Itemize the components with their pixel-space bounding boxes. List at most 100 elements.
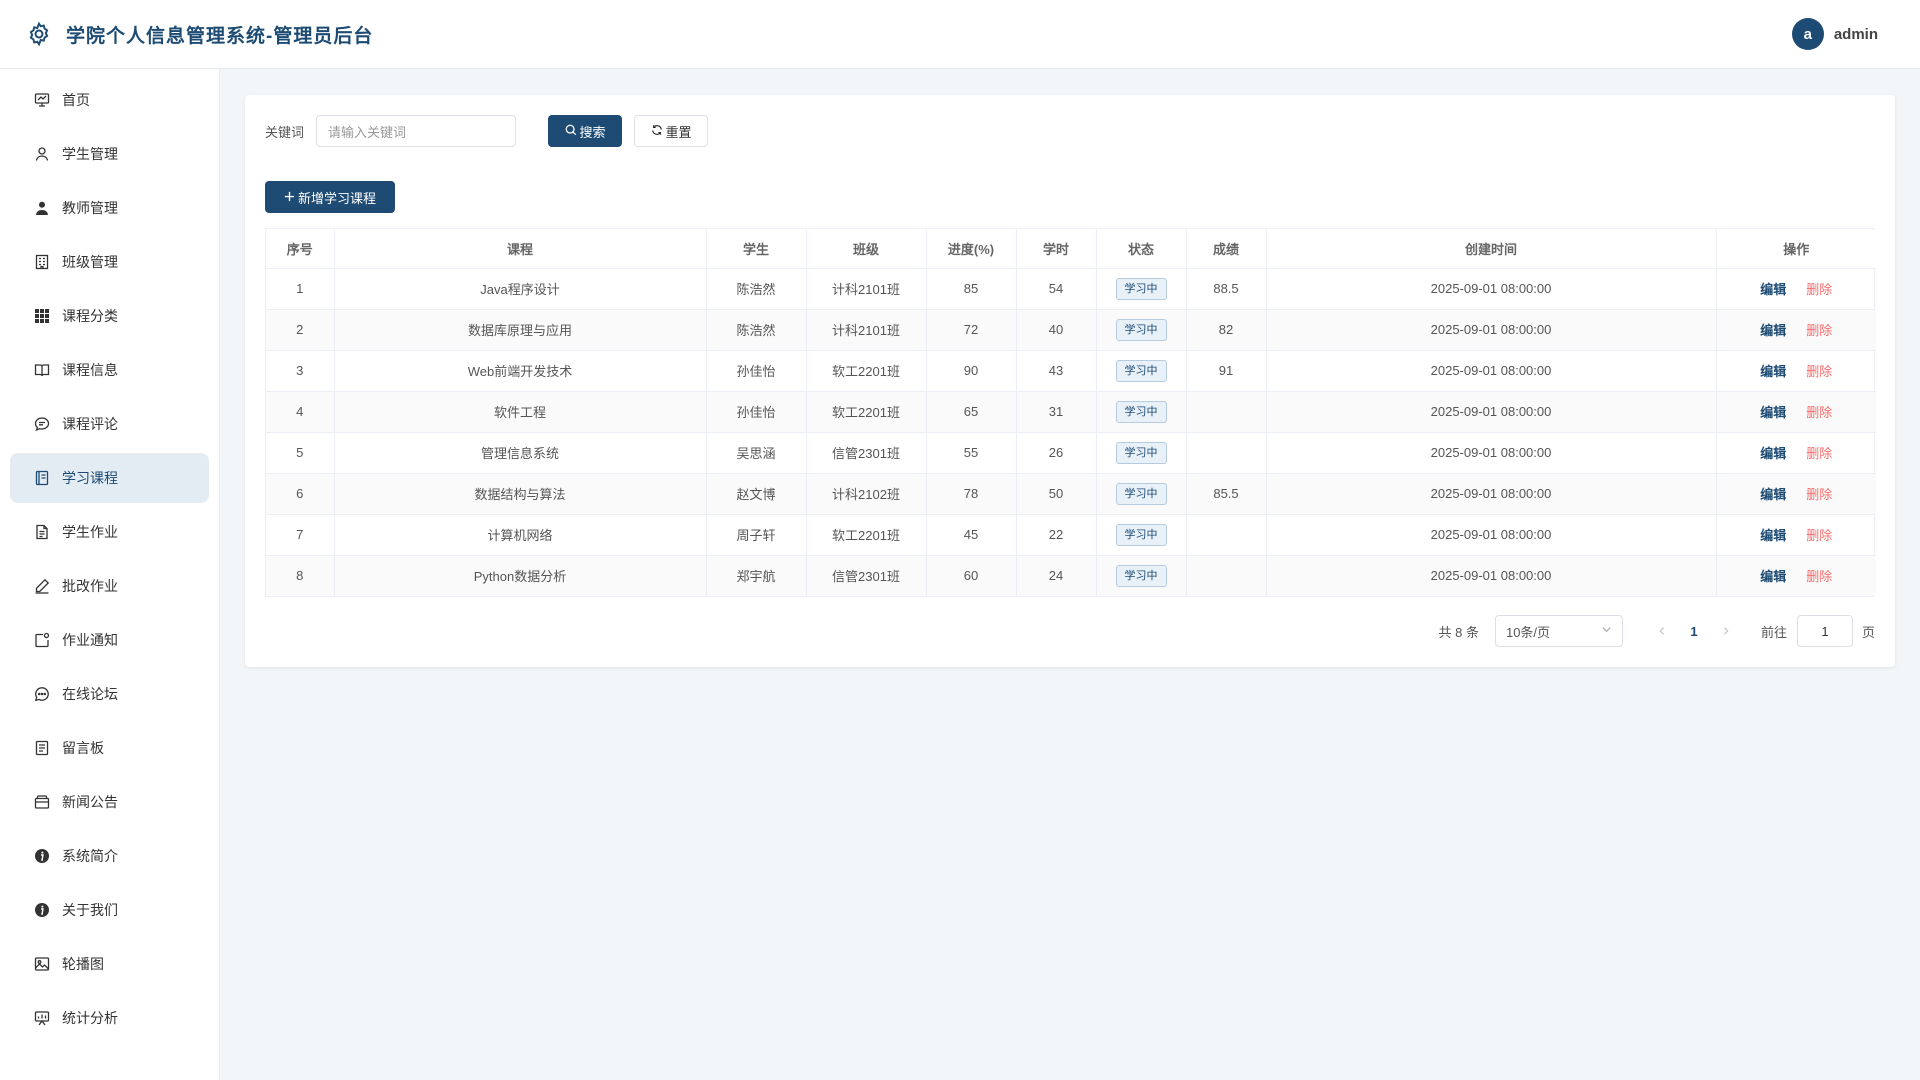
brand: 学院个人信息管理系统-管理员后台 — [26, 21, 373, 48]
edit-button[interactable]: 编辑 — [1760, 487, 1786, 502]
prev-page-button[interactable] — [1647, 623, 1677, 640]
cell-student: 吴思涵 — [706, 432, 807, 474]
delete-button[interactable]: 删除 — [1806, 282, 1832, 297]
picture-icon — [34, 956, 50, 972]
top-header: 学院个人信息管理系统-管理员后台 a admin — [0, 0, 1920, 69]
column-header: 班级 — [806, 229, 927, 269]
cell-student: 孙佳怡 — [706, 391, 807, 433]
edit-button[interactable]: 编辑 — [1760, 569, 1786, 584]
reset-button-label: 重置 — [665, 124, 692, 140]
cell-class: 计科2101班 — [806, 268, 927, 310]
sidebar-item-student-homework[interactable]: 学生作业 — [10, 507, 209, 557]
edit-button[interactable]: 编辑 — [1760, 446, 1786, 461]
building-icon — [34, 254, 50, 270]
column-header: 进度(%) — [926, 229, 1017, 269]
sidebar-item-course-info[interactable]: 课程信息 — [10, 345, 209, 395]
sidebar-item-carousel[interactable]: 轮播图 — [10, 939, 209, 989]
cell-score: 88.5 — [1186, 268, 1267, 310]
cell-idx: 6 — [266, 473, 335, 515]
delete-button[interactable]: 删除 — [1806, 446, 1832, 461]
cell-course: Python数据分析 — [334, 555, 707, 596]
search-button[interactable]: 搜索 — [548, 115, 623, 147]
edit-button[interactable]: 编辑 — [1760, 364, 1786, 379]
next-page-button[interactable] — [1711, 623, 1741, 640]
table-row: 6 数据结构与算法 赵文博 计科2102班 78 50 学习中 85.5 2025-09-01 … — [266, 473, 1876, 515]
cell-score: 82 — [1186, 309, 1267, 351]
info-icon — [34, 848, 50, 864]
delete-button[interactable]: 删除 — [1806, 569, 1832, 584]
column-header: 创建时间 — [1266, 229, 1717, 269]
cell-class: 信管2301班 — [806, 432, 927, 474]
cell-hours: 31 — [1016, 391, 1097, 433]
sidebar-item-label: 课程分类 — [62, 308, 118, 324]
edit-pen-icon — [34, 578, 50, 594]
info-icon — [34, 902, 50, 918]
keyword-input[interactable]: 请输入关键词 — [316, 115, 517, 147]
cell-class: 软工2201班 — [806, 391, 927, 433]
sidebar-item-classes[interactable]: 班级管理 — [10, 237, 209, 287]
edit-button[interactable]: 编辑 — [1760, 528, 1786, 543]
sidebar-item-grade-homework[interactable]: 批改作业 — [10, 561, 209, 611]
cell-score: 91 — [1186, 350, 1267, 392]
delete-button[interactable]: 删除 — [1806, 323, 1832, 338]
actions-cell: 编辑 删除 — [1716, 350, 1876, 392]
delete-button[interactable]: 删除 — [1806, 364, 1832, 379]
gear-icon — [26, 21, 52, 47]
sidebar-item-teachers[interactable]: 教师管理 — [10, 183, 209, 233]
sidebar-item-message-board[interactable]: 留言板 — [10, 723, 209, 773]
edit-button[interactable]: 编辑 — [1760, 323, 1786, 338]
delete-button[interactable]: 删除 — [1806, 528, 1832, 543]
sidebar-item-label: 学生管理 — [62, 146, 118, 162]
status-cell: 学习中 — [1096, 432, 1187, 474]
user-menu[interactable]: a admin — [1791, 18, 1894, 50]
page-number[interactable]: 1 — [1677, 624, 1711, 639]
add-learning-course-button[interactable]: 新增学习课程 — [265, 181, 395, 213]
reset-button[interactable]: 重置 — [634, 115, 709, 147]
sidebar-item-homework-notice[interactable]: 作业通知 — [10, 615, 209, 665]
search-icon — [565, 124, 577, 139]
table-row: 2 数据库原理与应用 陈浩然 计科2101班 72 40 学习中 82 2025-09-01 0… — [266, 309, 1876, 351]
user-outline-icon — [34, 146, 50, 162]
memo-icon — [34, 740, 50, 756]
avatar[interactable]: a — [1791, 18, 1824, 50]
status-badge: 学习中 — [1115, 359, 1167, 382]
sidebar-item-about-us[interactable]: 关于我们 — [10, 885, 209, 935]
cell-course: 软件工程 — [334, 391, 707, 433]
status-badge: 学习中 — [1115, 564, 1167, 587]
edit-button[interactable]: 编辑 — [1760, 282, 1786, 297]
sidebar-item-course-categories[interactable]: 课程分类 — [10, 291, 209, 341]
table-header-row: 序号 课程 学生 班级 进度(%) 学时 状态 成绩 创建时间 操作 — [266, 229, 1876, 269]
total-count: 共 8 条 — [1438, 624, 1479, 640]
cell-hours: 50 — [1016, 473, 1097, 515]
delete-button[interactable]: 删除 — [1806, 487, 1832, 502]
status-cell: 学习中 — [1096, 309, 1187, 351]
page-size-select[interactable]: 10条/页 — [1494, 615, 1623, 647]
cell-progress: 60 — [926, 555, 1017, 596]
keyword-label: 关键词 — [265, 124, 305, 140]
sidebar-item-home[interactable]: 首页 — [10, 75, 209, 125]
edit-button[interactable]: 编辑 — [1760, 405, 1786, 420]
wallet-icon — [34, 794, 50, 810]
actions-cell: 编辑 删除 — [1716, 514, 1876, 556]
status-badge: 学习中 — [1115, 482, 1167, 505]
cell-student: 赵文博 — [706, 473, 807, 515]
page-size-value: 10条/页 — [1505, 624, 1551, 640]
cell-score — [1186, 432, 1267, 474]
sidebar-item-system-intro[interactable]: 系统简介 — [10, 831, 209, 881]
status-cell: 学习中 — [1096, 350, 1187, 392]
sidebar-item-course-comments[interactable]: 课程评论 — [10, 399, 209, 449]
sidebar-item-students[interactable]: 学生管理 — [10, 129, 209, 179]
sidebar-item-forum[interactable]: 在线论坛 — [10, 669, 209, 719]
cell-score — [1186, 391, 1267, 433]
sidebar-item-news[interactable]: 新闻公告 — [10, 777, 209, 827]
chat-bubble-icon — [34, 416, 50, 432]
content-card: 关键词 请输入关键词 搜索 重置 新增学习课程 序号 课程 学生 班级 进度(%… — [245, 95, 1895, 667]
goto-page-input[interactable]: 1 — [1796, 615, 1853, 647]
cell-class: 计科2101班 — [806, 309, 927, 351]
username[interactable]: admin — [1834, 26, 1878, 43]
delete-button[interactable]: 删除 — [1806, 405, 1832, 420]
cell-score: 85.5 — [1186, 473, 1267, 515]
cell-hours: 43 — [1016, 350, 1097, 392]
sidebar-item-statistics[interactable]: 统计分析 — [10, 993, 209, 1043]
sidebar-item-learning-courses[interactable]: 学习课程 — [10, 453, 209, 503]
